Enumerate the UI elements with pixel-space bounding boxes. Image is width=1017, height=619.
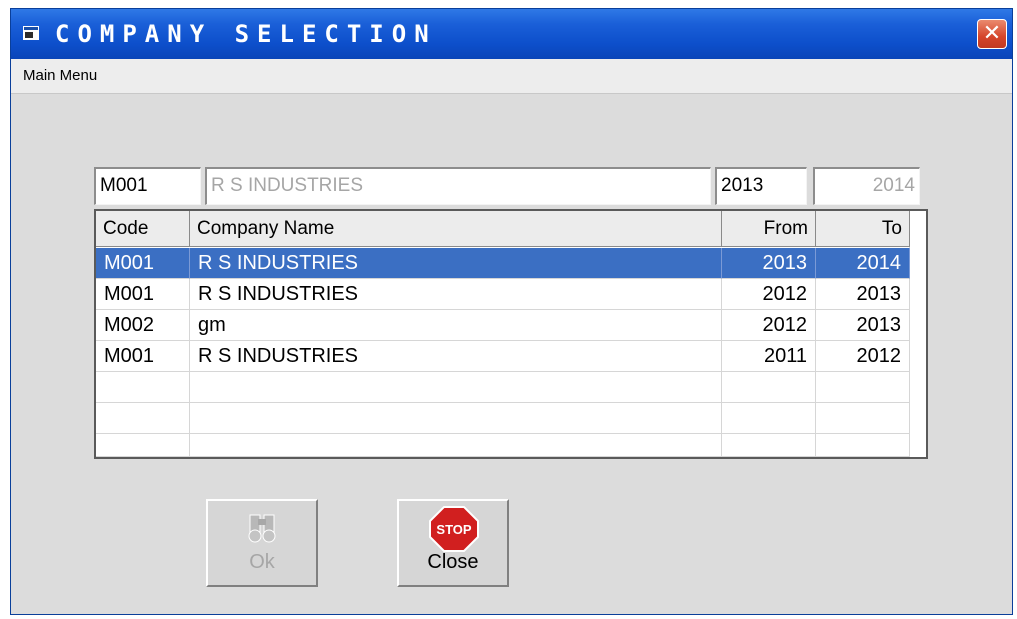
column-header-to[interactable]: To	[816, 211, 910, 247]
empty-cell	[816, 403, 910, 434]
close-window-button[interactable]: ✕	[977, 19, 1007, 49]
cell-company-name: R S INDUSTRIES	[190, 248, 722, 279]
column-header-from[interactable]: From	[722, 211, 816, 247]
cell-code: M001	[96, 279, 190, 310]
close-button[interactable]: STOP Close	[397, 499, 509, 587]
title-bar[interactable]: COMPANY SELECTION ✕	[11, 9, 1012, 59]
company-name-field[interactable]: R S INDUSTRIES	[205, 167, 711, 205]
empty-cell	[722, 434, 816, 457]
company-selection-window: COMPANY SELECTION ✕ Main Menu M001 R S I…	[10, 8, 1013, 615]
cell-from: 2012	[722, 279, 816, 310]
stop-sign-text: STOP	[436, 522, 471, 537]
table-row[interactable]: M001 R S INDUSTRIES 2013 2014	[96, 248, 926, 279]
empty-cell	[190, 372, 722, 403]
cell-company-name: R S INDUSTRIES	[190, 279, 722, 310]
table-row[interactable]: M001 R S INDUSTRIES 2012 2013	[96, 279, 926, 310]
cell-from: 2011	[722, 341, 816, 372]
empty-cell	[96, 372, 190, 403]
table-row[interactable]: M002 gm 2012 2013	[96, 310, 926, 341]
cell-code: M001	[96, 341, 190, 372]
column-header-code[interactable]: Code	[96, 211, 190, 247]
empty-row	[96, 434, 926, 457]
empty-cell	[190, 403, 722, 434]
company-grid[interactable]: Code Company Name From To M001 R S INDUS…	[94, 209, 928, 459]
cell-company-name: R S INDUSTRIES	[190, 341, 722, 372]
empty-cell	[816, 372, 910, 403]
close-button-label: Close	[427, 551, 479, 573]
cell-from: 2012	[722, 310, 816, 341]
empty-cell	[816, 434, 910, 457]
to-year-field[interactable]: 2014	[813, 167, 920, 205]
window-title: COMPANY SELECTION	[55, 20, 437, 48]
table-row[interactable]: M001 R S INDUSTRIES 2011 2012	[96, 341, 926, 372]
stop-sign-icon: STOP	[429, 506, 479, 552]
ok-binoculars-icon	[248, 514, 276, 543]
empty-cell	[722, 403, 816, 434]
empty-row	[96, 403, 926, 434]
cell-to: 2012	[816, 341, 910, 372]
empty-cell	[96, 434, 190, 457]
cell-to: 2013	[816, 310, 910, 341]
menu-bar: Main Menu	[11, 59, 1012, 94]
cell-company-name: gm	[190, 310, 722, 341]
column-header-company-name[interactable]: Company Name	[190, 211, 722, 247]
cell-code: M001	[96, 248, 190, 279]
ok-button-label: Ok	[249, 551, 275, 573]
empty-row	[96, 372, 926, 403]
ok-button[interactable]: Ok	[206, 499, 318, 587]
cell-code: M002	[96, 310, 190, 341]
main-menu-item[interactable]: Main Menu	[23, 67, 97, 84]
cell-from: 2013	[722, 248, 816, 279]
cell-to: 2014	[816, 248, 910, 279]
empty-cell	[190, 434, 722, 457]
empty-cell	[722, 372, 816, 403]
empty-cell	[96, 403, 190, 434]
from-year-field[interactable]: 2013	[715, 167, 807, 205]
cell-to: 2013	[816, 279, 910, 310]
app-window-icon	[23, 26, 39, 40]
company-code-field[interactable]: M001	[94, 167, 201, 205]
